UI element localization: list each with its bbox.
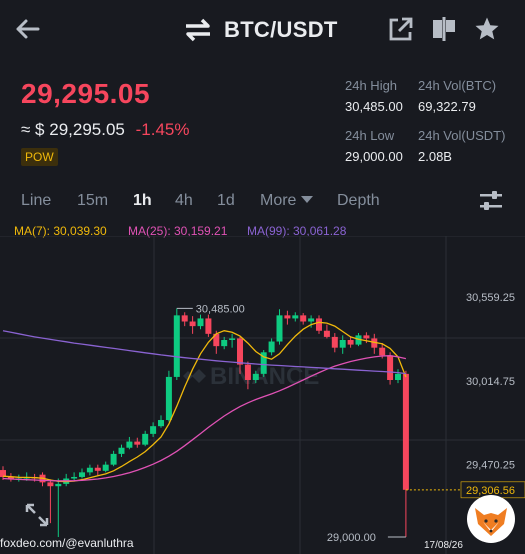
back-arrow-icon[interactable] bbox=[10, 14, 44, 44]
high-label: 24h High bbox=[345, 78, 398, 93]
candle-body bbox=[387, 355, 394, 381]
candle-body bbox=[268, 341, 275, 353]
candle-body bbox=[229, 338, 236, 340]
tab-depth[interactable]: Depth bbox=[337, 192, 380, 210]
approx-value: 29,295.05 bbox=[49, 120, 125, 139]
candle-body bbox=[150, 426, 157, 434]
candle-body bbox=[71, 476, 78, 479]
candle-body bbox=[395, 373, 401, 381]
vol-usdt-label: 24h Vol(USDT) bbox=[418, 128, 506, 143]
tab-more[interactable]: More bbox=[260, 192, 314, 210]
y-axis-label: 30,559.25 bbox=[466, 292, 515, 304]
chart-date: 17/08/26 bbox=[424, 540, 463, 551]
tab-line[interactable]: Line bbox=[21, 192, 51, 210]
candles bbox=[0, 308, 409, 537]
chart-settings-icon[interactable] bbox=[478, 189, 504, 213]
candle-body bbox=[284, 315, 291, 319]
expand-icon[interactable] bbox=[24, 502, 50, 528]
candle-body bbox=[252, 373, 259, 381]
low-label: 24h Low bbox=[345, 128, 395, 143]
candle-body bbox=[118, 447, 125, 454]
high-marker-label: 30,485.00 bbox=[196, 303, 245, 315]
candle-body bbox=[173, 315, 180, 377]
candle-body bbox=[47, 482, 54, 487]
candle-body bbox=[94, 467, 101, 471]
star-icon[interactable] bbox=[474, 16, 500, 42]
candle-body bbox=[300, 315, 307, 322]
approx-prefix: ≈ $ bbox=[21, 120, 45, 139]
candle-body bbox=[244, 364, 251, 381]
y-axis-label: 30,014.75 bbox=[466, 376, 515, 388]
candle-body bbox=[363, 335, 370, 339]
change-percent: -1.45% bbox=[135, 120, 190, 139]
candle-body bbox=[402, 373, 409, 490]
vol-btc-value: 69,322.79 bbox=[418, 99, 476, 114]
candle-body bbox=[205, 318, 212, 334]
candle-body bbox=[316, 318, 322, 331]
tab-4h[interactable]: 4h bbox=[175, 192, 193, 210]
candle-body bbox=[323, 330, 330, 337]
approx-usd-price: ≈ $ 29,295.05 -1.45% bbox=[21, 120, 190, 140]
candle-body bbox=[331, 336, 338, 348]
candle-body bbox=[126, 441, 133, 448]
candle-body bbox=[379, 347, 386, 356]
candle-body bbox=[86, 467, 93, 473]
tab-1h[interactable]: 1h bbox=[133, 192, 152, 210]
site-watermark: foxdeo.com/@evanluthra bbox=[0, 536, 134, 550]
chevron-down-icon bbox=[301, 196, 314, 203]
candle-body bbox=[158, 420, 164, 427]
y-axis-label: 29,470.25 bbox=[466, 460, 515, 472]
interval-tabs: Line 15m 1h 4h 1d More Depth bbox=[0, 186, 525, 218]
fox-logo-icon bbox=[467, 495, 515, 543]
candle-body bbox=[165, 376, 172, 421]
candle-body bbox=[197, 318, 204, 327]
candle-body bbox=[110, 453, 117, 465]
share-icon[interactable] bbox=[388, 16, 414, 42]
high-value: 30,485.00 bbox=[345, 99, 403, 114]
pow-tag[interactable]: POW bbox=[21, 148, 58, 166]
ticker-summary: 29,295.05 ≈ $ 29,295.05 -1.45% POW 24h H… bbox=[0, 70, 525, 180]
tab-1d[interactable]: 1d bbox=[217, 192, 235, 210]
ma-line bbox=[2, 330, 406, 375]
low-value: 29,000.00 bbox=[345, 149, 403, 164]
vol-btc-label: 24h Vol(BTC) bbox=[418, 78, 497, 93]
candle-body bbox=[79, 472, 85, 477]
candle-body bbox=[189, 321, 196, 327]
candle-body bbox=[237, 338, 243, 365]
candle-body bbox=[142, 433, 149, 445]
low-marker-label: 29,000.00 bbox=[327, 532, 376, 544]
candlestick-chart[interactable]: BINANCE 29,306.5630,559.2530,014.7529,47… bbox=[0, 236, 525, 554]
tab-15m[interactable]: 15m bbox=[77, 192, 108, 210]
candle-body bbox=[339, 339, 346, 348]
candle-body bbox=[134, 441, 141, 445]
tab-more-label: More bbox=[260, 192, 297, 209]
top-bar: BTC/USDT bbox=[0, 0, 525, 60]
chart-grid bbox=[0, 236, 525, 554]
split-view-icon[interactable] bbox=[431, 16, 457, 42]
candle-body bbox=[308, 318, 315, 322]
candle-body bbox=[55, 483, 62, 487]
last-price: 29,295.05 bbox=[21, 78, 151, 109]
binance-diamond-icon bbox=[183, 369, 206, 383]
swap-arrows-icon bbox=[186, 18, 210, 42]
pair-switcher[interactable]: BTC/USDT bbox=[184, 14, 338, 46]
pair-title: BTC/USDT bbox=[224, 17, 338, 42]
candle-body bbox=[181, 315, 188, 322]
candle-body bbox=[276, 315, 283, 342]
candle-body bbox=[221, 339, 228, 347]
vol-usdt-value: 2.08B bbox=[418, 149, 452, 164]
candle-body bbox=[102, 464, 109, 471]
candle-body bbox=[292, 315, 299, 319]
candle-body bbox=[347, 339, 354, 345]
